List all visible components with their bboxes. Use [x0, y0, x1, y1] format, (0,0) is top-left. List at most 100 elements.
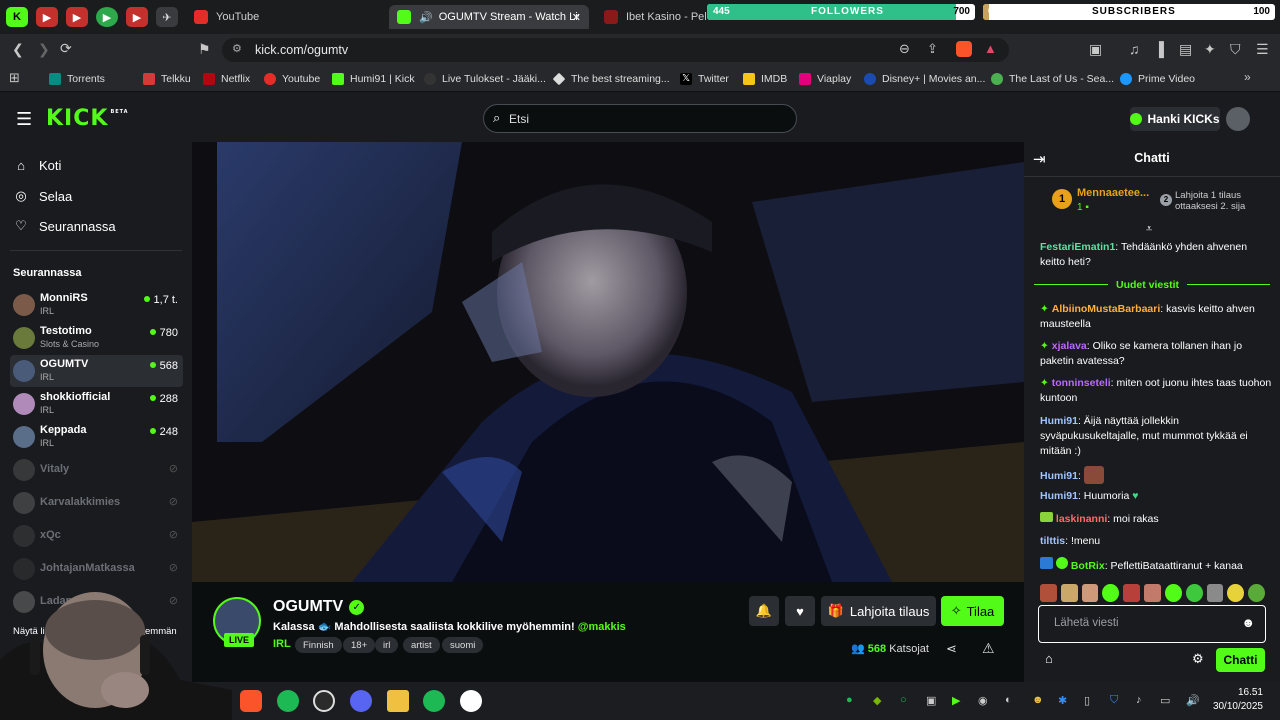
reload-icon[interactable]: ⟳	[60, 40, 72, 57]
settings-gear-icon[interactable]: ⚙	[1192, 651, 1204, 667]
bookmark-imdb[interactable]: IMDB	[743, 71, 787, 87]
report-icon[interactable]: ⚠	[982, 640, 995, 657]
brave-rewards-icon[interactable]: ▲	[984, 41, 997, 56]
nav-home[interactable]: ⌂ Koti	[13, 158, 61, 173]
bookmark-netflix[interactable]: Netflix	[203, 71, 250, 87]
chat-input[interactable]: Lähetä viesti ☻	[1038, 605, 1266, 643]
bookmark-disney[interactable]: Disney+ | Movies an...	[864, 71, 985, 87]
sidebar-channel-vitaly[interactable]: Vitaly ⊘	[10, 454, 183, 486]
nvidia-tray-icon[interactable]: ◆	[873, 694, 881, 707]
tag-finnish[interactable]: Finnish	[295, 637, 342, 653]
share-icon[interactable]: ⋖	[946, 641, 957, 657]
tray-app-icon[interactable]: ▣	[926, 694, 936, 707]
obs-taskbar-icon[interactable]	[313, 690, 335, 712]
phone-tray-icon[interactable]: ▯	[1084, 694, 1090, 707]
spotify-taskbar-icon[interactable]	[423, 690, 445, 712]
hamburger-menu-icon[interactable]: ☰	[16, 109, 32, 130]
bookmark-youtube[interactable]: Youtube	[264, 71, 320, 87]
youtube-pinned-tab-icon[interactable]: ▶	[36, 7, 58, 27]
apps-grid-icon[interactable]: ⊞	[9, 70, 20, 86]
tab-ibet[interactable]: Ibet Kasino - Pelaa	[596, 5, 706, 29]
brave-shield-icon[interactable]	[956, 41, 972, 57]
reader-icon[interactable]: ▣	[1089, 41, 1102, 58]
vpn-icon[interactable]: ⛉	[1230, 41, 1241, 58]
forward-arrow-icon[interactable]: ❯	[38, 41, 50, 58]
nav-browse[interactable]: ◎ Selaa	[13, 188, 72, 204]
steam-tray-icon[interactable]: ◉	[978, 694, 988, 707]
bookmark-telkku[interactable]: Telkku	[143, 71, 191, 87]
sidebar-channel-monnirs[interactable]: MonniRS IRL 1,7 t.	[10, 289, 183, 321]
nav-following[interactable]: ♡ Seurannassa	[13, 218, 115, 234]
bookmark-viaplay[interactable]: Viaplay	[799, 71, 851, 87]
microphone-icon[interactable]: ♪	[1136, 694, 1142, 706]
bookmark-last-of-us[interactable]: The Last of Us - Sea...	[991, 71, 1114, 87]
xbox-taskbar-icon[interactable]	[460, 690, 482, 712]
menu-icon[interactable]: ☰	[1256, 41, 1269, 58]
sidebar-channel-xqc[interactable]: xQc ⊘	[10, 520, 183, 552]
play-pinned-tab-icon[interactable]: ▶	[96, 7, 118, 27]
bookmark-live-tulokset[interactable]: Live Tulokset - Jääki...	[424, 71, 546, 87]
ai-icon[interactable]: ✦	[1204, 41, 1216, 58]
brave-taskbar-icon[interactable]	[240, 690, 262, 712]
kick-logo[interactable]: KICK BETA	[46, 106, 129, 131]
follow-heart-button[interactable]: ♥	[785, 596, 815, 626]
bookmark-streaming[interactable]: The best streaming...	[552, 71, 670, 87]
media-icon[interactable]: ♫	[1129, 41, 1140, 57]
get-kicks-button[interactable]: Hanki KICKs	[1130, 107, 1220, 131]
network-icon[interactable]: ▭	[1160, 694, 1170, 707]
tray-app-icon[interactable]: ☻	[1032, 694, 1044, 706]
youtube-pinned-tab-icon[interactable]: ▶	[126, 7, 148, 27]
discord-taskbar-icon[interactable]	[350, 690, 372, 712]
tray-app-icon[interactable]: ○	[900, 694, 907, 706]
tag-suomi[interactable]: suomi	[442, 637, 484, 653]
sidebar-channel-shokkiofficial[interactable]: shokkiofficial IRL 288	[10, 388, 183, 420]
address-bar[interactable]: ⚙ kick.com/ogumtv ⊖ ⇪ ▲	[222, 38, 1009, 62]
bluetooth-tray-icon[interactable]: ✱	[1058, 694, 1067, 707]
file-explorer-taskbar-icon[interactable]	[387, 690, 409, 712]
sidebar-channel-ogumtv[interactable]: OGUMTV IRL 568	[10, 355, 183, 387]
youtube-pinned-tab-icon[interactable]: ▶	[66, 7, 88, 27]
bookmark-humi91[interactable]: Humi91 | Kick	[332, 71, 415, 87]
subscribe-button[interactable]: ✧ Tilaa	[941, 596, 1004, 626]
gift-subscription-button[interactable]: 🎁 Lahjoita tilaus	[821, 596, 936, 626]
emote-icon[interactable]	[1081, 584, 1099, 602]
bookmark-prime-video[interactable]: Prime Video	[1120, 71, 1195, 87]
notification-bell-button[interactable]: 🔔	[749, 596, 779, 626]
rocket-pinned-tab-icon[interactable]: ✈	[156, 7, 178, 27]
sidebar-channel-johtajanmatkassa[interactable]: JohtajanMatkassa ⊘	[10, 553, 183, 585]
wallet-icon[interactable]: ▤	[1179, 41, 1192, 58]
site-info-icon[interactable]: ⚙	[232, 42, 242, 55]
back-arrow-icon[interactable]: ❮	[12, 41, 24, 58]
emote-icon[interactable]	[1185, 584, 1203, 602]
top-gifter-name[interactable]: Mennaaetee...	[1077, 187, 1149, 199]
spotify-taskbar-icon[interactable]	[277, 690, 299, 712]
tag-18plus[interactable]: 18+	[343, 637, 376, 653]
tab-ogumtv-active[interactable]: 🔊 OGUMTV Stream - Watch Live ✕	[389, 5, 589, 29]
bookmark-icon[interactable]: ⚑	[198, 41, 211, 58]
share-icon[interactable]: ⇪	[927, 41, 938, 57]
spotify-tray-icon[interactable]: ●	[846, 694, 853, 706]
sidebar-channel-testotimo[interactable]: Testotimo Slots & Casino 780	[10, 322, 183, 354]
search-input[interactable]: ⌕ Etsi	[483, 104, 797, 133]
system-clock[interactable]: 16.51 30/10/2025	[1211, 686, 1263, 714]
volume-icon[interactable]: 🔊	[1186, 694, 1200, 707]
sidebar-icon[interactable]: ▐	[1154, 41, 1164, 57]
emote-icon[interactable]	[1040, 584, 1057, 602]
category-link[interactable]: IRL	[273, 638, 291, 650]
store-icon[interactable]: ⌂	[1045, 651, 1053, 666]
tag-artist[interactable]: artist	[403, 637, 440, 653]
tray-app-icon[interactable]: ◐	[1005, 694, 1012, 706]
pinned-chevron-icon[interactable]: ⩡	[1146, 223, 1152, 236]
close-tab-icon[interactable]: ✕	[572, 11, 581, 24]
emote-icon[interactable]	[1248, 584, 1265, 602]
bookmark-twitter[interactable]: 𝕏 Twitter	[680, 71, 729, 87]
more-bookmarks-icon[interactable]: »	[1244, 70, 1251, 84]
emote-icon[interactable]	[1164, 584, 1182, 602]
emote-icon[interactable]	[1123, 584, 1141, 602]
security-tray-icon[interactable]: ⛉	[1110, 694, 1118, 707]
emote-icon[interactable]	[1144, 584, 1161, 602]
avatar[interactable]	[1226, 107, 1250, 131]
tag-irl[interactable]: irl	[375, 637, 399, 653]
video-player[interactable]	[192, 142, 1024, 582]
send-chat-button[interactable]: Chatti	[1216, 648, 1265, 672]
